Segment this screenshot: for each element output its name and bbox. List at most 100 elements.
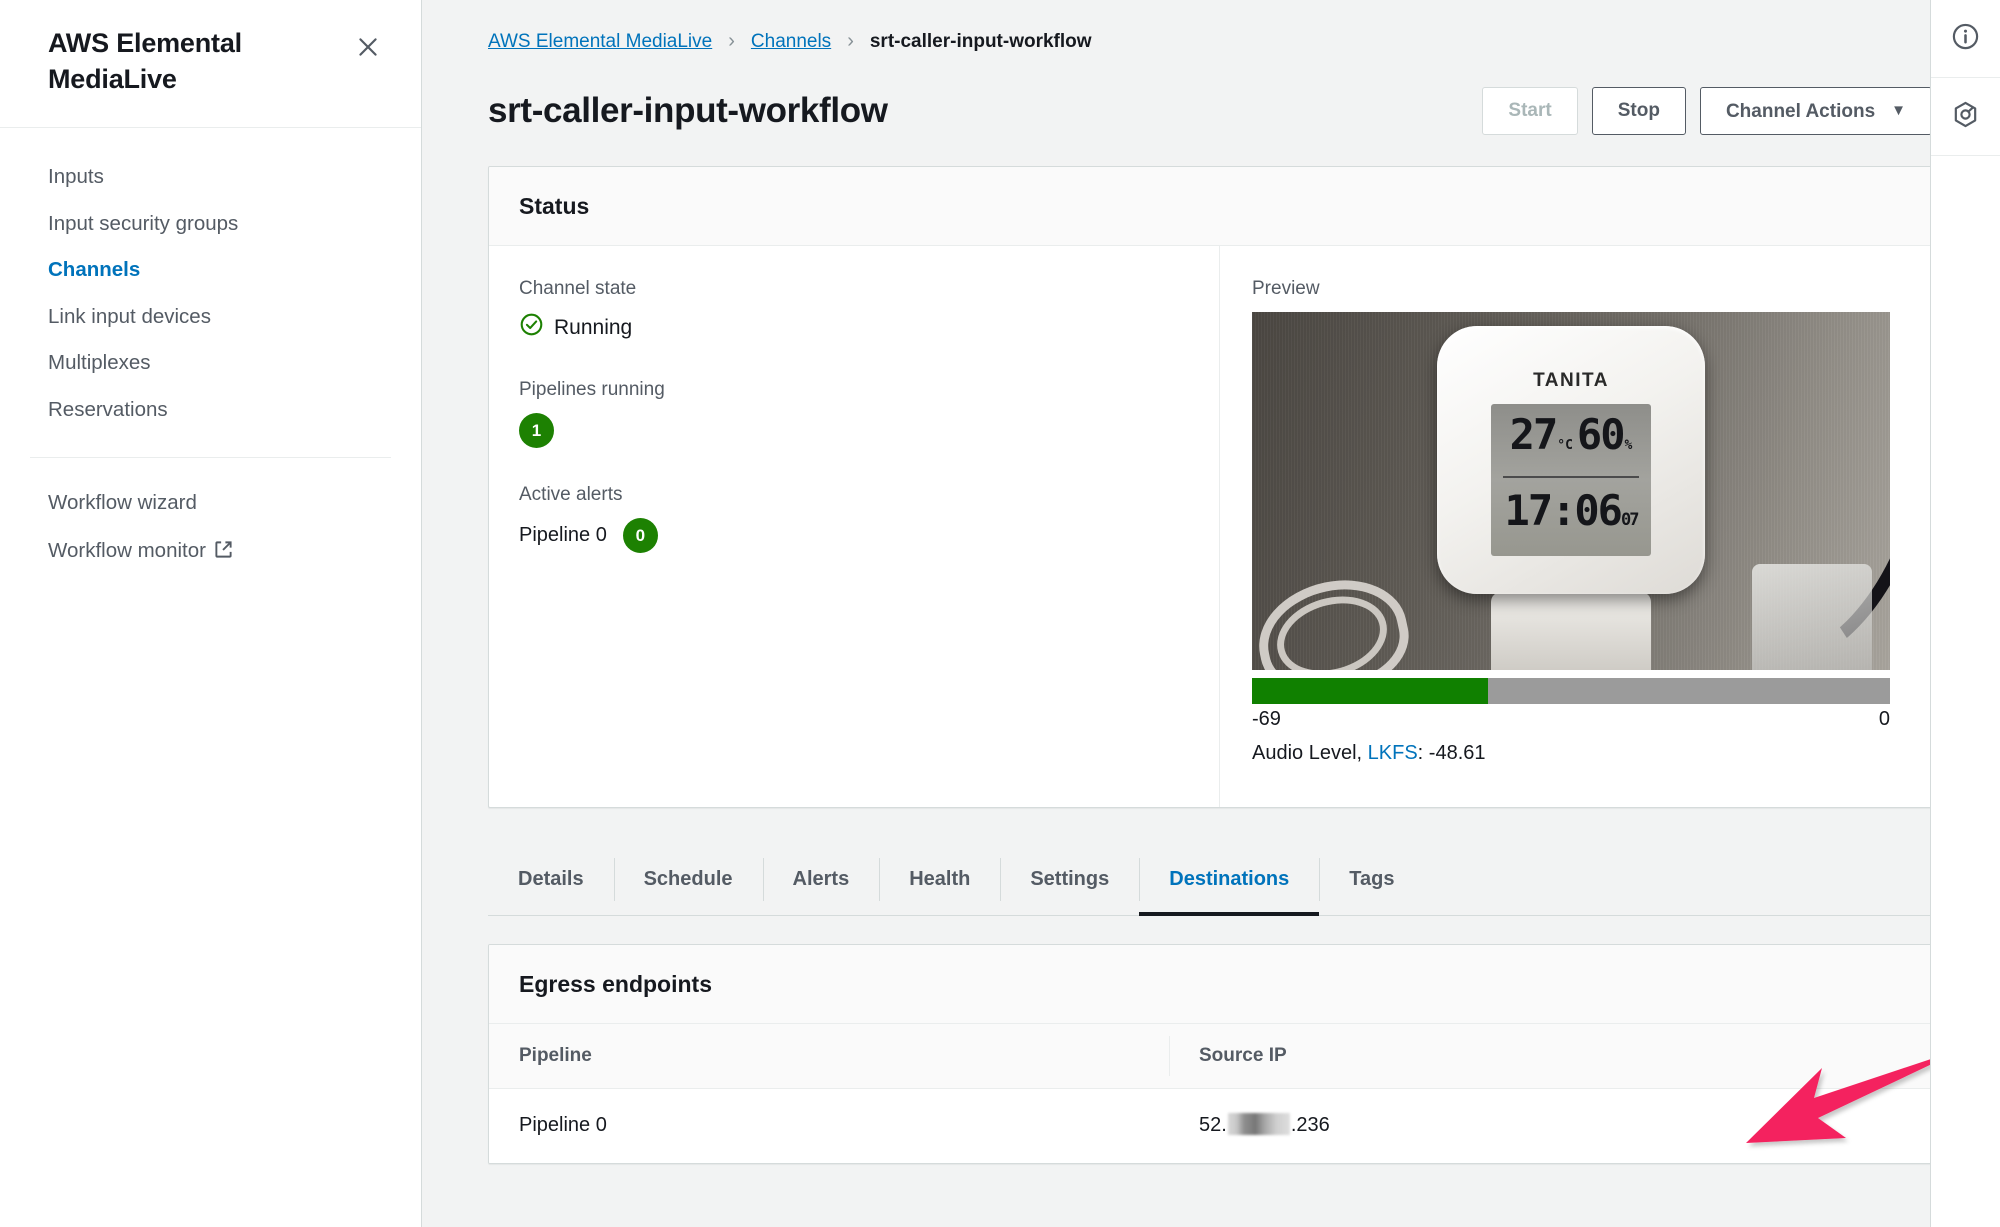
channel-actions-label: Channel Actions	[1725, 101, 1876, 122]
device-lcd-screen: 27 °C 60 % 17:0607	[1491, 404, 1651, 556]
tab-health[interactable]: Health	[879, 844, 1000, 915]
lcd-temperature-value: 27	[1509, 410, 1559, 459]
cloudshell-toggle[interactable]	[1931, 78, 2000, 156]
cell-pipeline: Pipeline 0	[489, 1088, 1169, 1163]
status-panel-title: Status	[519, 193, 590, 219]
lcd-time-row: 17:0607	[1491, 486, 1651, 535]
status-success-icon	[519, 312, 544, 343]
sidebar-header: AWS Elemental MediaLive	[0, 0, 421, 129]
active-alerts-field: Active alerts Pipeline 0 0	[519, 484, 1189, 553]
egress-endpoints-title: Egress endpoints	[519, 971, 712, 997]
channel-detail-tabs: Details Schedule Alerts Health Settings …	[488, 844, 1932, 916]
audio-level-meter-fill	[1252, 678, 1489, 704]
table-header-row: Pipeline Source IP	[489, 1024, 1931, 1089]
column-header-pipeline: Pipeline	[489, 1024, 1169, 1089]
tab-settings[interactable]: Settings	[1000, 844, 1139, 915]
audio-level-caption-prefix: Audio Level,	[1252, 742, 1368, 764]
right-utility-rail	[1930, 0, 2000, 1227]
tab-destinations[interactable]: Destinations	[1139, 844, 1320, 916]
tab-details[interactable]: Details	[488, 844, 614, 915]
channel-state-field: Channel state Running	[519, 278, 1189, 343]
service-navigation-sidebar: AWS Elemental MediaLive Inputs Input sec…	[0, 0, 422, 1227]
main-content: AWS Elemental MediaLive › Channels › srt…	[422, 0, 2000, 1227]
lcd-readout-row: 27 °C 60 %	[1491, 410, 1651, 459]
column-header-source-ip: Source IP	[1169, 1024, 1931, 1089]
source-ip-redaction-blur	[1227, 1113, 1290, 1135]
chevron-down-icon: ▼	[1891, 102, 1906, 119]
active-alerts-label: Active alerts	[519, 484, 623, 505]
tab-tags[interactable]: Tags	[1319, 844, 1424, 915]
tab-alerts[interactable]: Alerts	[762, 844, 880, 915]
header-actions: Start Stop Channel Actions ▼	[1482, 87, 1932, 135]
status-panel-header: Status	[489, 167, 1931, 246]
sidebar-item-inputs[interactable]: Inputs	[0, 154, 421, 201]
start-button[interactable]: Start	[1482, 87, 1578, 135]
breadcrumb-link-root[interactable]: AWS Elemental MediaLive	[488, 31, 712, 53]
lcd-humidity-value: 60	[1576, 410, 1626, 459]
sidebar-item-multiplexes[interactable]: Multiplexes	[0, 340, 421, 387]
sidebar-item-link-input-devices[interactable]: Link input devices	[0, 294, 421, 341]
info-circle-icon	[1951, 22, 1980, 56]
channel-state-value: Running	[554, 315, 633, 339]
breadcrumb-link-channels[interactable]: Channels	[751, 31, 831, 53]
stop-button[interactable]: Stop	[1591, 87, 1686, 135]
lcd-time-value: 17:06	[1504, 486, 1623, 535]
app-root: AWS Elemental MediaLive Inputs Input sec…	[0, 0, 2000, 1227]
cell-source-ip: 52. .236	[1169, 1088, 1931, 1163]
table-row: Pipeline 0 52. .236	[489, 1088, 1931, 1163]
status-fields: Channel state Running Pipelines running …	[489, 246, 1219, 807]
sidebar-item-channels[interactable]: Channels	[0, 247, 421, 294]
channel-state-value-row: Running	[519, 312, 1189, 343]
egress-endpoints-table: Pipeline Source IP Pipeline 0 52. .236	[489, 1024, 1931, 1163]
sidebar-item-workflow-monitor[interactable]: Workflow monitor	[0, 527, 421, 577]
active-alerts-row: Pipeline 0 0	[519, 518, 1189, 553]
egress-endpoints-card: Egress endpoints Pipeline Source IP Pipe…	[488, 944, 1932, 1164]
page-title: srt-caller-input-workflow	[488, 90, 888, 130]
active-alerts-badge: 0	[622, 518, 658, 553]
egress-endpoints-header: Egress endpoints	[489, 945, 1931, 1024]
sidebar-item-workflow-wizard[interactable]: Workflow wizard	[0, 480, 421, 527]
info-panel-toggle[interactable]	[1931, 0, 2000, 78]
audio-level-caption: Audio Level, LKFS: -48.61	[1252, 742, 1899, 765]
close-icon[interactable]	[349, 28, 387, 66]
lcd-humidity-unit: %	[1624, 438, 1633, 453]
audio-level-meter	[1252, 678, 1890, 704]
breadcrumb-current: srt-caller-input-workflow	[869, 30, 1092, 52]
breadcrumb-separator-icon: ›	[847, 30, 854, 52]
sidebar-nav: Inputs Input security groups Channels Li…	[0, 128, 421, 576]
status-panel: Status Channel state Running Pipelines r…	[488, 166, 1932, 808]
audio-level-min-label: -69	[1252, 708, 1281, 730]
status-panel-body: Channel state Running Pipelines running …	[489, 246, 1931, 807]
sidebar-item-input-security-groups[interactable]: Input security groups	[0, 201, 421, 248]
service-name: AWS Elemental MediaLive	[48, 28, 242, 94]
pipelines-running-label: Pipelines running	[519, 379, 665, 400]
lcd-divider	[1503, 476, 1639, 478]
page-header: srt-caller-input-workflow Start Stop Cha…	[488, 82, 1932, 140]
device-brand-label: TANITA	[1533, 370, 1609, 391]
table-body: Pipeline 0 52. .236	[489, 1088, 1931, 1163]
preview-thumbnail[interactable]: TANITA 27 °C 60 % 17:0607	[1252, 312, 1890, 670]
lcd-temperature-unit: °C	[1557, 438, 1573, 453]
audio-level-max-label: 0	[1878, 708, 1890, 730]
sidebar-item-label: Workflow monitor	[48, 538, 206, 562]
channel-actions-button[interactable]: Channel Actions ▼	[1699, 87, 1932, 135]
table-head: Pipeline Source IP	[489, 1024, 1931, 1089]
pipelines-running-field: Pipelines running 1	[519, 379, 1189, 448]
preview-device-stand	[1491, 592, 1651, 670]
preview-thermometer-device: TANITA 27 °C 60 % 17:0607	[1437, 326, 1705, 594]
external-link-icon	[214, 540, 233, 564]
lkfs-link[interactable]: LKFS	[1368, 742, 1418, 764]
cloudshell-hexagon-icon	[1951, 100, 1980, 134]
sidebar-divider	[30, 457, 391, 459]
tab-schedule[interactable]: Schedule	[613, 844, 763, 915]
breadcrumb: AWS Elemental MediaLive › Channels › srt…	[488, 0, 1932, 53]
sidebar-item-reservations[interactable]: Reservations	[0, 387, 421, 434]
source-ip-suffix: .236	[1290, 1114, 1330, 1136]
pipelines-running-badge: 1	[519, 413, 554, 448]
source-ip-prefix: 52.	[1199, 1114, 1227, 1136]
breadcrumb-separator-icon: ›	[728, 30, 735, 52]
preview-section: Preview TANITA 27 °C 60 % 17:0607 -69 0 …	[1219, 246, 1931, 807]
active-alerts-pipeline-name: Pipeline 0	[519, 524, 607, 546]
lcd-seconds-value: 07	[1620, 510, 1640, 530]
preview-label: Preview	[1252, 278, 1320, 299]
